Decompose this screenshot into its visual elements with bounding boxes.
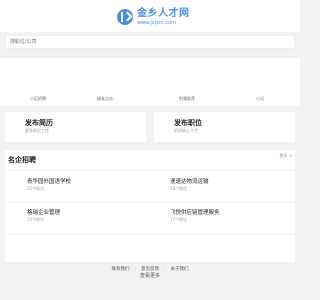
divider: [5, 170, 295, 171]
quick-nav-item[interactable]: 小试: [240, 96, 280, 102]
company-item[interactable]: 速速达物流运输 18个职位: [148, 174, 283, 198]
footer-link-about[interactable]: 关于我们: [171, 267, 189, 272]
post-job-title: 发布职位: [174, 119, 202, 127]
quick-nav-item[interactable]: 附属推荐: [167, 96, 207, 102]
company-job-count: 18个职位: [170, 186, 188, 191]
divider: [5, 202, 295, 203]
search-input[interactable]: [5, 35, 295, 49]
site-logo[interactable]: 金乡人才网 www.jxjxrc.com: [117, 5, 190, 29]
divider: [5, 234, 295, 235]
company-job-count: 17个职位: [170, 217, 188, 222]
footer-separator: |: [164, 267, 166, 272]
quick-nav: 小区招聘 精准点击 附属推荐 小试: [0, 58, 300, 106]
company-name: 青华园外国语学校: [27, 179, 72, 185]
app-header: 金乡人才网 www.jxjxrc.com: [0, 0, 300, 32]
company-item[interactable]: 飞悦供应链管理服务 17个职位: [148, 205, 283, 229]
logo-icon: [117, 9, 133, 25]
company-name: 速速达物流运输: [170, 179, 209, 185]
post-job-card[interactable]: 发布职位 招贤纳士人才: [154, 112, 295, 142]
more-companies-link[interactable]: 更多 >: [279, 153, 292, 159]
quick-nav-item[interactable]: 小区招聘: [18, 96, 58, 102]
search-bar: [0, 32, 300, 52]
post-resume-subtitle: 更多职位工作: [25, 128, 49, 133]
footer-link-contact[interactable]: 联系我们: [111, 267, 129, 272]
post-resume-title: 发布简历: [25, 119, 53, 127]
quick-nav-item[interactable]: 精准点击: [85, 96, 125, 102]
post-resume-card[interactable]: 发布简历 更多职位工作: [5, 112, 146, 142]
footer-link-feedback[interactable]: 意见反馈: [141, 267, 159, 272]
company-name: 格瑞企业管理: [27, 210, 61, 216]
footer: 联系我们 | 意见反馈 | 关于我们: [0, 266, 300, 278]
company-name: 飞悦供应链管理服务: [170, 210, 220, 216]
section-title: 名企招聘: [8, 156, 36, 164]
logo-url: www.jxjxrc.com: [137, 20, 177, 26]
post-job-subtitle: 招贤纳士人才: [174, 128, 198, 133]
logo-title: 金乡人才网: [137, 8, 190, 19]
featured-companies-section: 名企招聘 更多 > 青华园外国语学校 25个职位 速速达物流运输 18个职位 格…: [5, 150, 295, 279]
footer-separator: |: [134, 267, 136, 272]
company-job-count: 25个职位: [27, 186, 45, 191]
company-item[interactable]: 青华园外国语学校 25个职位: [5, 174, 140, 198]
company-job-count: 10个职位: [27, 217, 45, 222]
company-item[interactable]: 格瑞企业管理 10个职位: [5, 205, 140, 229]
